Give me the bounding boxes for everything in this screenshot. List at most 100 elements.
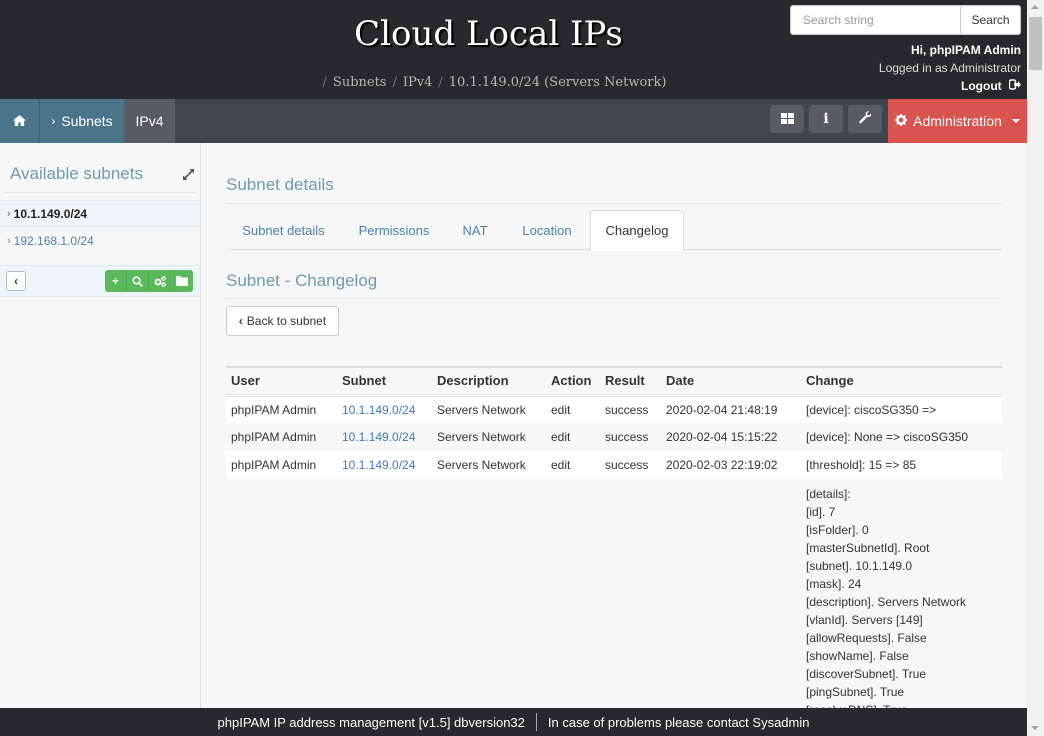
change-detail-line: [subnet]. 10.1.149.0 [806, 559, 913, 573]
subnet-item-label: 192.168.1.0/24 [13, 233, 94, 248]
subnet-link[interactable]: 10.1.149.0/24 [342, 430, 415, 444]
cell-description: Servers Network [432, 451, 546, 479]
administration-label: Administration [913, 113, 1002, 129]
breadcrumb-separator: / [392, 75, 397, 90]
cell-result: success [600, 395, 661, 423]
subnet-item-label: 10.1.149.0/24 [13, 206, 88, 221]
change-details: [details]: [id]. 7 [isFolder]. 0 [masterSub… [806, 485, 997, 719]
tab-changelog[interactable]: Changelog [590, 210, 684, 251]
chevron-right-icon: › [7, 234, 11, 247]
table-row: phpIPAM Admin 10.1.149.0/24 Servers Netw… [226, 423, 1002, 451]
search-input[interactable] [790, 5, 961, 35]
change-detail-line: [discoverSubnet]. True [806, 667, 927, 681]
caret-down-icon [1011, 119, 1020, 123]
cell-description: Servers Network [432, 423, 546, 451]
tab-location[interactable]: Location [508, 210, 586, 250]
breadcrumb-separator: / [438, 75, 443, 90]
subnet-item[interactable]: › 10.1.149.0/24 [0, 200, 200, 227]
change-detail-line: [showName]. False [806, 649, 909, 663]
subnet-item[interactable]: › 192.168.1.0/24 [0, 227, 200, 254]
breadcrumb-ipv4[interactable]: IPv4 [403, 75, 433, 90]
change-detail-line: [description]. Servers Network [806, 595, 967, 609]
search-subnet-button[interactable] [127, 270, 149, 292]
footer-version: phpIPAM IP address management [v1.5] dbv… [217, 714, 525, 730]
tab-nat[interactable]: NAT [450, 210, 500, 250]
navbar: › Subnets IPv4 i Administration [0, 99, 1027, 143]
info-button[interactable]: i [809, 105, 843, 133]
column-header-result: Result [600, 367, 661, 397]
column-header-date: Date [661, 367, 801, 397]
table-header-row: User Subnet Description Action Result Da… [226, 367, 1002, 397]
add-subnet-button[interactable]: + [105, 270, 127, 292]
chevron-left-icon: ‹ [14, 274, 18, 288]
tab-permissions[interactable]: Permissions [346, 210, 442, 250]
subnet-link[interactable]: 10.1.149.0/24 [342, 403, 415, 417]
scroll-down-arrow-icon[interactable] [1031, 726, 1039, 730]
nav-ipv4[interactable]: IPv4 [124, 99, 175, 143]
search-form: Search [790, 5, 1021, 35]
cell-change-details: [details]: [id]. 7 [isFolder]. 0 [masterSub… [801, 479, 1002, 719]
subnet-link[interactable]: 10.1.149.0/24 [342, 458, 415, 472]
table-row: phpIPAM Admin 10.1.149.0/24 Servers Netw… [226, 451, 1002, 479]
scan-subnet-button[interactable] [149, 270, 171, 292]
sidebar-toolbar: ‹ + [0, 265, 200, 297]
table-row-detail: [details]: [id]. 7 [isFolder]. 0 [masterSub… [226, 479, 1002, 719]
chevron-left-icon: ‹ [238, 314, 243, 328]
breadcrumb-subnets[interactable]: Subnets [333, 75, 387, 90]
column-header-subnet: Subnet [337, 367, 432, 397]
divider [226, 298, 1002, 299]
search-button[interactable]: Search [961, 5, 1021, 35]
cell-subnet: 10.1.149.0/24 [337, 423, 432, 451]
change-detail-line: [isFolder]. 0 [806, 523, 869, 537]
page-scrollbar[interactable] [1027, 0, 1044, 736]
change-detail-line: [masterSubnetId]. Root [806, 541, 930, 555]
user-greeting: Hi, phpIPAM Admin [911, 43, 1021, 57]
cell-action: edit [546, 451, 600, 479]
cell-subnet: 10.1.149.0/24 [337, 451, 432, 479]
back-to-subnet-button[interactable]: ‹ Back to subnet [226, 306, 339, 336]
tools-button[interactable] [848, 105, 882, 133]
cell-date: 2020-02-04 21:48:19 [661, 395, 801, 423]
plus-icon: + [111, 274, 119, 288]
table-row: phpIPAM Admin 10.1.149.0/24 Servers Netw… [226, 395, 1002, 423]
logout-link[interactable]: Logout [879, 77, 1021, 95]
footer-divider [535, 713, 537, 731]
folder-icon [176, 276, 188, 286]
sidebar-title: Available subnets [10, 164, 143, 183]
cogs-icon [154, 275, 166, 287]
cell-subnet: 10.1.149.0/24 [337, 395, 432, 423]
breadcrumb-separator: / [322, 75, 327, 90]
nav-subnets-label: Subnets [61, 113, 113, 129]
collapse-sidebar-button[interactable]: ‹ [6, 271, 26, 291]
tab-subnet-details[interactable]: Subnet details [226, 210, 341, 250]
dashboard-icon [780, 111, 794, 127]
divider [226, 203, 1002, 204]
user-info: Hi, phpIPAM Admin Logged in as Administr… [879, 41, 1021, 95]
info-icon: i [823, 111, 829, 127]
administration-dropdown[interactable]: Administration [888, 99, 1027, 143]
expand-icon[interactable] [183, 169, 194, 183]
logged-in-as: Logged in as Administrator [878, 61, 1021, 75]
header: Cloud Local IPs / Subnets / IPv4/10.1.149.0… [0, 0, 1027, 99]
add-folder-button[interactable] [171, 270, 193, 292]
nav-subnets[interactable]: › Subnets [40, 99, 124, 143]
dashboard-button[interactable] [770, 105, 804, 133]
page-title: Subnet details [226, 175, 334, 194]
nav-home-button[interactable] [0, 99, 40, 143]
sign-out-icon [1008, 79, 1021, 93]
column-header-user: User [226, 367, 337, 397]
chevron-right-icon: › [7, 207, 11, 220]
scroll-up-arrow-icon[interactable] [1031, 5, 1039, 9]
back-to-subnet-label: Back to subnet [246, 314, 327, 328]
wrench-icon [858, 111, 872, 127]
scroll-thumb[interactable] [1029, 17, 1042, 70]
change-detail-line: [mask]. 24 [806, 577, 862, 591]
cell-result: success [600, 423, 661, 451]
change-detail-line: [allowRequests]. False [806, 631, 927, 645]
chevron-right-icon: › [51, 114, 56, 128]
cell-result: success [600, 451, 661, 479]
changelog-table: User Subnet Description Action Result Da… [226, 366, 1002, 719]
subnet-tabs: Subnet details Permissions NAT Location … [226, 210, 1002, 251]
change-detail-line: [pingSubnet]. True [806, 685, 905, 699]
cell-change: [device]: None => ciscoSG350 [801, 423, 1002, 451]
